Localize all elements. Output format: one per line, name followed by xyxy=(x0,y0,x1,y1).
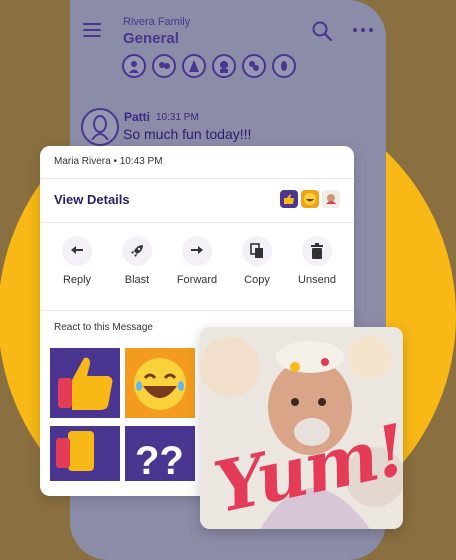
divider xyxy=(40,310,354,311)
avatar[interactable] xyxy=(81,108,119,146)
photo-reaction-icon xyxy=(322,190,340,208)
blast-label: Blast xyxy=(124,274,150,286)
search-icon[interactable] xyxy=(311,20,333,42)
message-sender: Patti xyxy=(124,110,151,124)
message-text: So much fun today!!! xyxy=(123,126,252,142)
reply-button[interactable]: Reply xyxy=(47,236,107,286)
message-time: 10:31 PM xyxy=(156,112,199,123)
forward-icon xyxy=(182,236,212,266)
divider xyxy=(40,178,354,179)
gif-photo[interactable]: Yum! xyxy=(200,327,403,529)
member-avatar[interactable] xyxy=(212,54,236,78)
menu-icon[interactable] xyxy=(83,23,101,37)
copy-label: Copy xyxy=(244,274,270,286)
thumbs-up-reaction-icon xyxy=(280,190,298,208)
thumbs-up-sticker[interactable] xyxy=(50,348,120,418)
reply-label: Reply xyxy=(62,274,92,286)
question-sticker[interactable]: ?? xyxy=(125,426,195,481)
laughing-sticker[interactable] xyxy=(125,348,195,418)
divider xyxy=(40,222,354,223)
blast-button[interactable]: Blast xyxy=(107,236,167,286)
laughing-reaction-icon xyxy=(301,190,319,208)
react-title: React to this Message xyxy=(54,322,153,333)
forward-label: Forward xyxy=(176,274,218,286)
member-avatars xyxy=(122,54,296,78)
group-title: General xyxy=(123,30,179,47)
sticker[interactable] xyxy=(50,426,120,481)
reply-icon xyxy=(62,236,92,266)
forward-button[interactable]: Forward xyxy=(167,236,227,286)
rocket-icon xyxy=(122,236,152,266)
unsend-button[interactable]: Unsend xyxy=(287,236,347,286)
family-name: Rivera Family xyxy=(123,16,191,28)
member-avatar[interactable] xyxy=(122,54,146,78)
member-avatar[interactable] xyxy=(152,54,176,78)
reaction-summary[interactable] xyxy=(280,190,340,208)
member-avatar[interactable] xyxy=(242,54,266,78)
view-details-link[interactable]: View Details xyxy=(54,192,130,207)
more-options-icon[interactable] xyxy=(352,26,374,34)
svg-text:??: ?? xyxy=(135,439,184,481)
copy-icon xyxy=(242,236,272,266)
trash-icon xyxy=(302,236,332,266)
member-avatar[interactable] xyxy=(182,54,206,78)
member-avatar[interactable] xyxy=(272,54,296,78)
copy-button[interactable]: Copy xyxy=(227,236,287,286)
unsend-label: Unsend xyxy=(298,274,336,286)
message-meta: Maria Rivera • 10:43 PM xyxy=(54,156,163,167)
